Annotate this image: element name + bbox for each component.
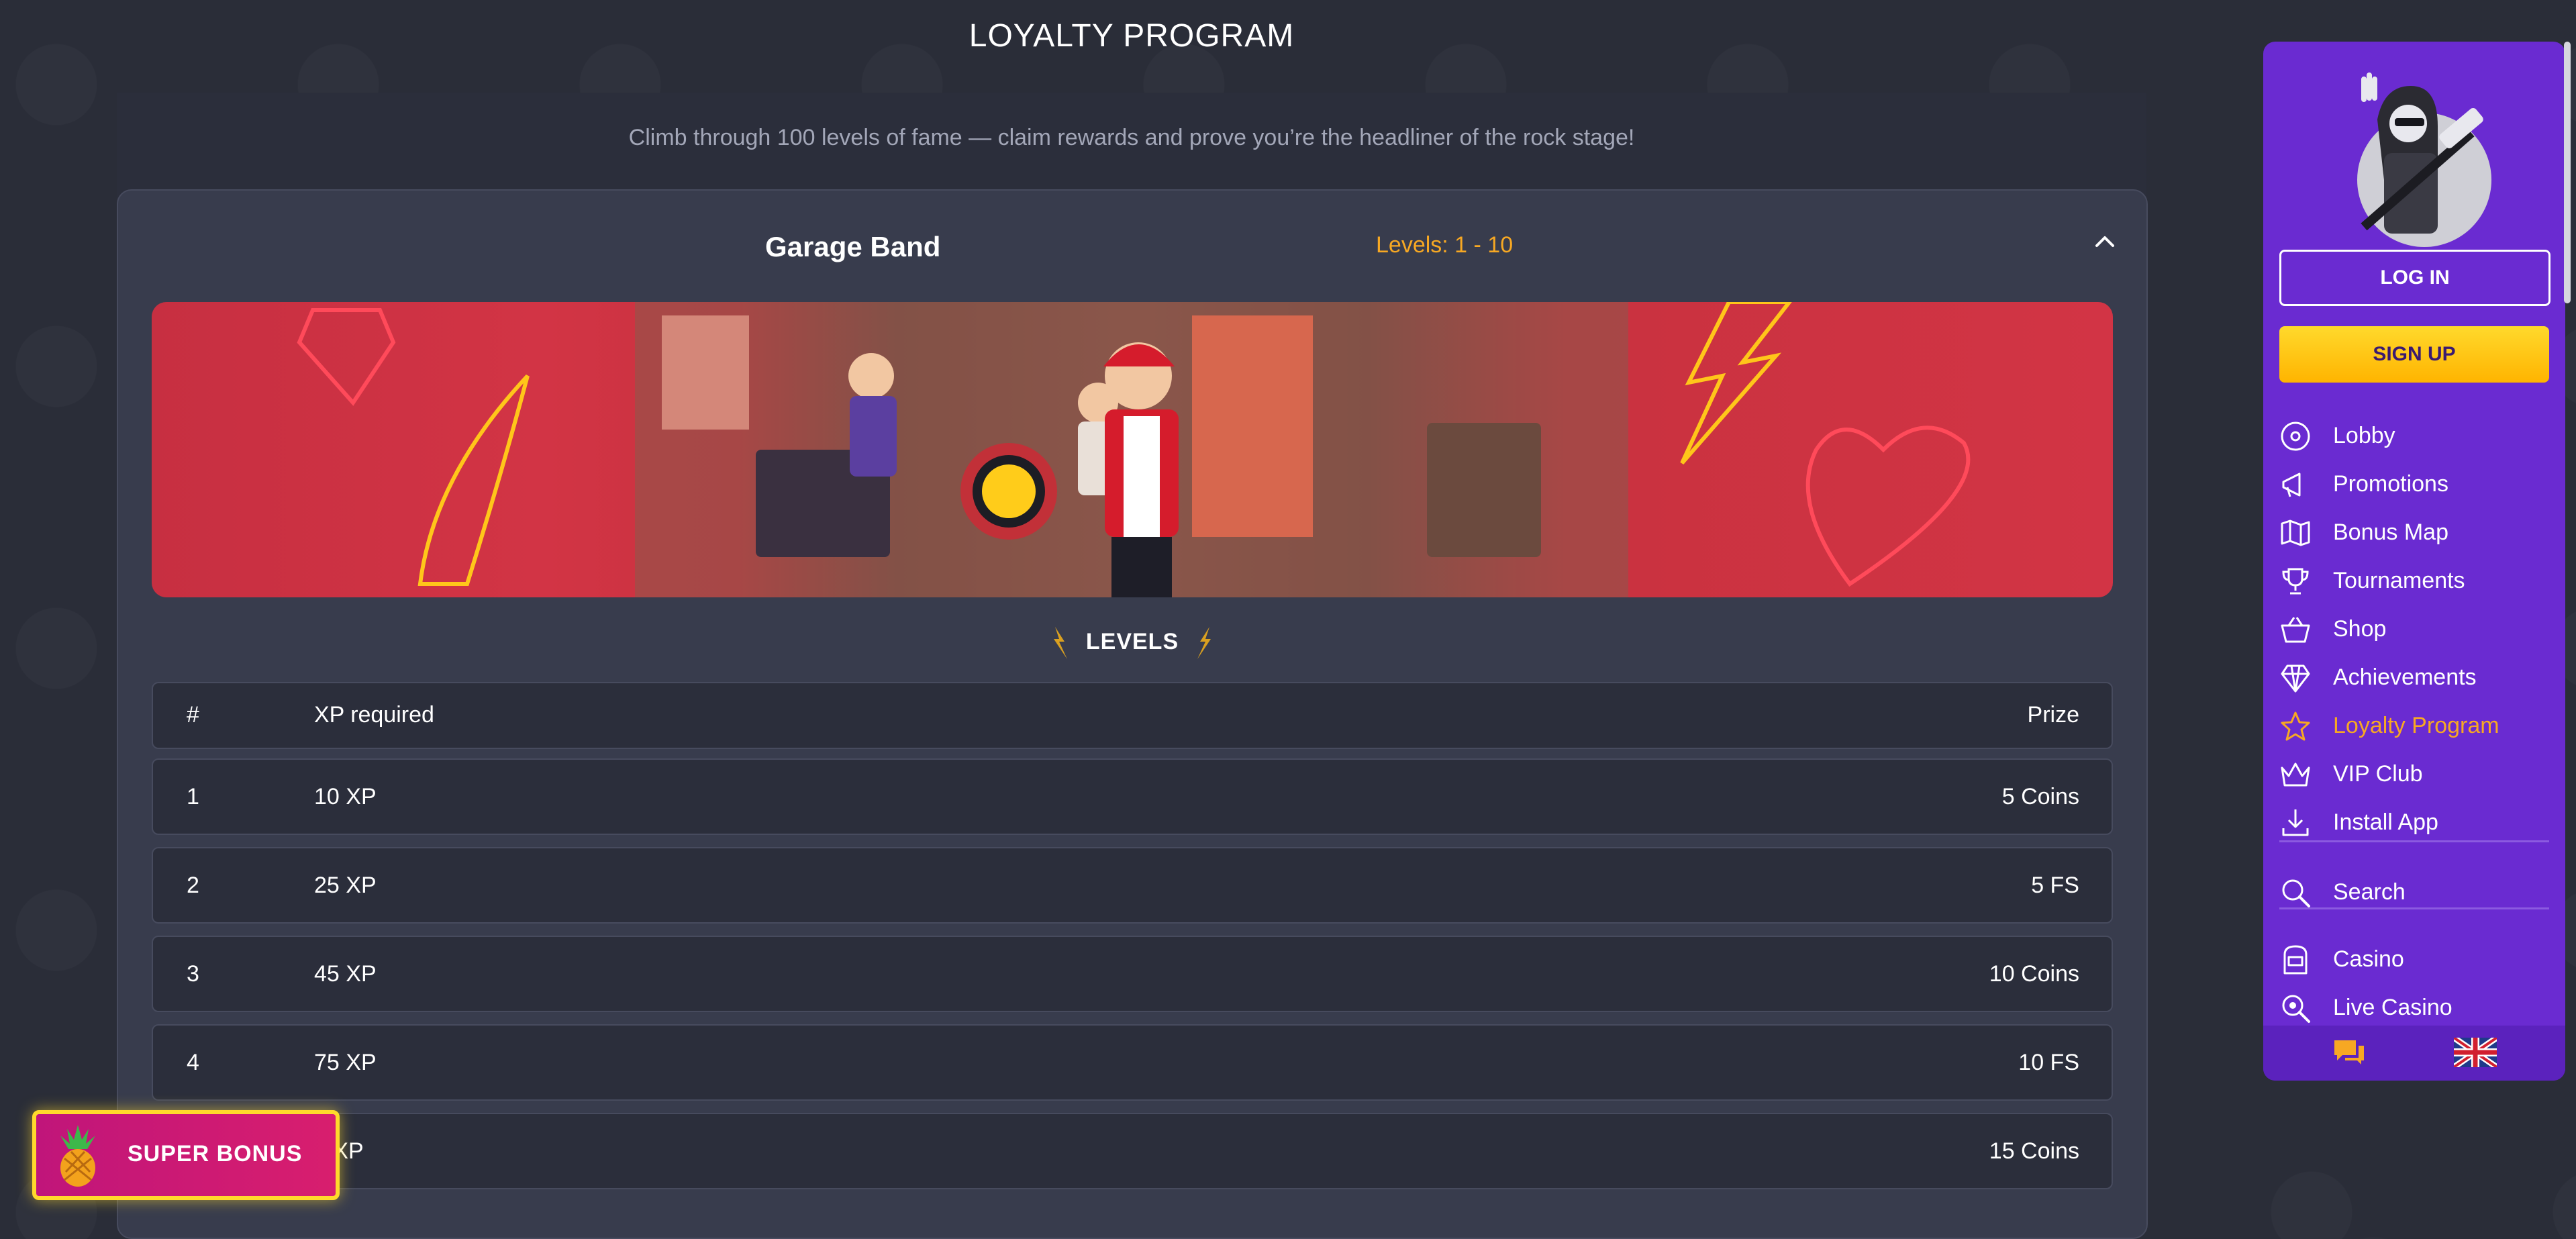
prize: 5 Coins — [2001, 784, 2079, 809]
garage-door — [1192, 315, 1313, 537]
sidebar-item-lobby[interactable]: Lobby — [2279, 416, 2548, 456]
prize: 15 Coins — [1989, 1138, 2079, 1164]
avatar — [2357, 72, 2491, 247]
basket-icon — [2281, 617, 2310, 643]
level-number: 2 — [187, 873, 199, 898]
sidebar-item-shop[interactable]: Shop — [2279, 609, 2548, 650]
slot-machine-icon — [2283, 945, 2308, 975]
divider — [2279, 840, 2549, 842]
sidebar-item-label: Live Casino — [2333, 995, 2453, 1020]
super-bonus-button[interactable]: SUPER BONUS — [32, 1110, 340, 1200]
sidebar-item-label: Promotions — [2333, 471, 2448, 497]
sidebar-item-achievements[interactable]: Achievements — [2279, 658, 2548, 698]
diamond-icon — [2281, 664, 2310, 693]
tier-header[interactable]: Garage Band Levels: 1 - 10 — [118, 191, 2146, 302]
sidebar-item-promotions[interactable]: Promotions — [2279, 464, 2548, 505]
col-header-xp: XP required — [314, 702, 434, 728]
sidebar-footer — [2263, 1026, 2565, 1081]
prize: 10 FS — [2018, 1050, 2079, 1075]
sidebar-item-label: Shop — [2333, 616, 2387, 642]
star-icon — [2281, 711, 2310, 741]
tier-title: Garage Band — [765, 231, 941, 262]
login-button[interactable]: LOG IN — [2279, 250, 2550, 306]
sidebar-item-label: Search — [2333, 879, 2406, 905]
levels-table-header: # XP required Prize — [152, 682, 2113, 749]
megaphone-icon — [2282, 473, 2301, 497]
lightning-icon — [1053, 627, 1067, 659]
sidebar-item-casino[interactable]: Casino — [2279, 940, 2548, 980]
level-number: 1 — [187, 784, 199, 809]
col-header-num: # — [187, 702, 199, 728]
page-title: LOYALTY PROGRAM — [969, 18, 1295, 54]
map-icon — [2281, 519, 2310, 546]
levels-heading: LEVELS — [118, 626, 2146, 660]
chevron-up-icon[interactable] — [2091, 228, 2118, 255]
amp-right — [1427, 423, 1541, 557]
sidebar-item-search[interactable]: Search — [2279, 873, 2548, 913]
sidebar-item-label: Bonus Map — [2333, 519, 2448, 545]
super-bonus-label: SUPER BONUS — [128, 1141, 303, 1167]
sidebar-item-vip-club[interactable]: VIP Club — [2279, 754, 2548, 795]
sidebar-item-tournaments[interactable]: Tournaments — [2279, 561, 2548, 601]
tier-levels-range: Levels: 1 - 10 — [1376, 232, 1514, 258]
table-row: 1 10 XP 5 Coins — [152, 758, 2113, 835]
sidebar-item-label: VIP Club — [2333, 761, 2423, 787]
disc-icon — [2281, 422, 2310, 451]
sidebar-item-bonus-map[interactable]: Bonus Map — [2279, 513, 2548, 553]
trophy-icon — [2282, 568, 2309, 595]
sidebar-item-label: Loyalty Program — [2333, 713, 2499, 738]
prize: 10 Coins — [1989, 961, 2079, 987]
search-icon — [2282, 879, 2310, 907]
crown-icon — [2281, 762, 2310, 787]
level-number: 3 — [187, 961, 199, 987]
table-row: 3 45 XP 10 Coins — [152, 936, 2113, 1012]
xp-required: 25 XP — [314, 873, 377, 898]
table-row: 5 5 XP 15 Coins — [152, 1113, 2113, 1189]
lightning-icon — [1197, 627, 1211, 659]
sidebar-item-label: Install App — [2333, 809, 2438, 835]
prize: 5 FS — [2031, 873, 2079, 898]
xp-required: 45 XP — [314, 961, 377, 987]
install-icon — [2282, 809, 2309, 836]
sidebar-scrollbar[interactable] — [2564, 42, 2571, 303]
sidebar-item-install-app[interactable]: Install App — [2279, 803, 2548, 843]
window — [662, 315, 749, 430]
xp-required: 10 XP — [314, 784, 377, 809]
sidebar: LOG IN SIGN UP Lobby Promotions Bonus Ma… — [2263, 42, 2565, 1081]
col-header-prize: Prize — [2027, 702, 2079, 728]
sidebar-item-label: Achievements — [2333, 664, 2477, 690]
xp-required: 75 XP — [314, 1050, 377, 1075]
uk-flag-icon[interactable] — [2454, 1038, 2497, 1067]
levels-heading-label: LEVELS — [1085, 628, 1179, 654]
sidebar-item-label: Lobby — [2333, 423, 2395, 448]
table-row: 4 75 XP 10 FS — [152, 1024, 2113, 1101]
sidebar-item-loyalty-program[interactable]: Loyalty Program — [2279, 706, 2548, 746]
signup-button[interactable]: SIGN UP — [2279, 326, 2549, 383]
loyalty-tier-panel: Garage Band Levels: 1 - 10 LEVELS # XP r… — [117, 189, 2148, 1239]
live-casino-icon — [2282, 995, 2310, 1023]
page-subtitle: Climb through 100 levels of fame — claim… — [628, 125, 1635, 150]
tier-banner-image — [152, 302, 2113, 597]
level-number: 4 — [187, 1050, 199, 1075]
table-row: 2 25 XP 5 FS — [152, 847, 2113, 924]
pineapple-icon — [60, 1125, 95, 1187]
sidebar-item-live-casino[interactable]: Live Casino — [2279, 988, 2548, 1028]
sidebar-item-label: Casino — [2333, 946, 2404, 972]
chat-icon[interactable] — [2332, 1038, 2367, 1067]
sidebar-item-label: Tournaments — [2333, 568, 2465, 593]
divider — [2279, 907, 2549, 909]
